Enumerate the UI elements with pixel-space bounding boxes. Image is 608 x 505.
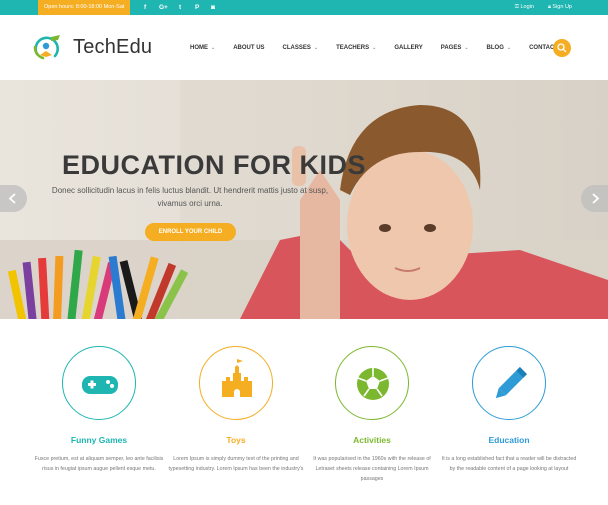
feature-text: It was popularised in the 1960s with the… (313, 456, 431, 482)
chevron-down-icon: ⌄ (211, 44, 216, 51)
feature-text: Lorem Ipsum is simply dummy text of the … (168, 456, 304, 472)
feature-icon-circle[interactable] (62, 346, 136, 420)
site-header: TechEdu HOME ⌄ ABOUT US CLASSES ⌄ TEACHERS… (0, 15, 608, 80)
feature-activities: Activities It was popularised in the 196… (302, 346, 442, 484)
twitter-icon[interactable]: t (179, 0, 181, 15)
pencil-icon (495, 367, 527, 399)
search-icon (557, 43, 567, 53)
main-nav: HOME ⌄ ABOUT US CLASSES ⌄ TEACHERS ⌄ GALLER… (190, 15, 576, 80)
lock-icon: 🔒︎ (547, 4, 551, 10)
enroll-button[interactable]: ENROLL YOUR CHILD (145, 223, 236, 241)
nav-item-pages[interactable]: PAGES ⌄ (441, 45, 469, 51)
signup-link[interactable]: 🔒︎ Sign Up (548, 0, 572, 15)
pinterest-icon[interactable]: P (195, 0, 199, 15)
chevron-down-icon: ⌄ (506, 44, 512, 51)
login-link[interactable]: ⚿ Login (515, 0, 534, 15)
hero-subtitle: Donec sollicitudin lacus in felis luctus… (51, 186, 329, 208)
logo-icon[interactable] (31, 32, 63, 62)
signup-label: Sign Up (552, 4, 572, 10)
key-icon: ⚿ (514, 4, 519, 10)
feature-icon-circle[interactable] (335, 346, 409, 420)
gamepad-icon (82, 376, 118, 394)
feature-title: Activities (353, 435, 391, 445)
nav-item-classes[interactable]: CLASSES ⌄ (283, 45, 319, 51)
slider-prev-button[interactable] (0, 185, 27, 212)
chevron-right-icon (592, 193, 600, 204)
feature-icon-circle[interactable] (199, 346, 273, 420)
nav-item-home[interactable]: HOME ⌄ (190, 45, 215, 51)
nav-item-teachers[interactable]: TEACHERS ⌄ (336, 45, 376, 51)
nav-item-blog[interactable]: BLOG ⌄ (487, 45, 512, 51)
feature-text: It is a long established fact that a rea… (441, 456, 577, 472)
feature-title: Funny Games (70, 435, 128, 445)
top-bar: Open hours: 8:00-18:00 Mon-Sat f G+ t P … (0, 0, 608, 15)
slider-next-button[interactable] (581, 185, 608, 212)
soccer-ball-icon (357, 368, 389, 400)
feature-icon-circle[interactable] (472, 346, 546, 420)
nav-item-gallery[interactable]: GALLERY (394, 45, 422, 51)
feature-funny-games: Funny Games Fusce pretium, est at aliqua… (29, 346, 169, 474)
facebook-icon[interactable]: f (144, 0, 146, 15)
castle-icon (222, 359, 252, 397)
features-section: Funny Games Fusce pretium, est at aliqua… (0, 319, 608, 505)
logo-text[interactable]: TechEdu (73, 36, 152, 59)
feature-text: Fusce pretium, est at aliquam semper, le… (34, 456, 164, 472)
chevron-down-icon: ⌄ (464, 44, 469, 51)
chevron-left-icon (8, 193, 16, 204)
instagram-icon[interactable]: ◙ (211, 0, 215, 15)
nav-item-about[interactable]: ABOUT US (233, 45, 264, 51)
hero-slider: EDUCATION FOR KIDS Donec sollicitudin la… (0, 80, 608, 319)
feature-education: Education It is a long established fact … (439, 346, 579, 474)
hero-title: EDUCATION FOR KIDS (62, 150, 366, 180)
feature-title: Toys (226, 435, 246, 445)
feature-title: Education (488, 435, 530, 445)
auth-links: ⚿ Login 🔒︎ Sign Up (515, 0, 572, 15)
login-label: Login (520, 4, 534, 10)
chevron-down-icon: ⌄ (372, 44, 377, 51)
chevron-down-icon: ⌄ (313, 44, 319, 51)
search-button[interactable] (553, 39, 571, 57)
feature-toys: Toys Lorem Ipsum is simply dummy text of… (166, 346, 306, 474)
opening-hours: Open hours: 8:00-18:00 Mon-Sat (38, 0, 131, 15)
google-plus-icon[interactable]: G+ (159, 0, 168, 15)
